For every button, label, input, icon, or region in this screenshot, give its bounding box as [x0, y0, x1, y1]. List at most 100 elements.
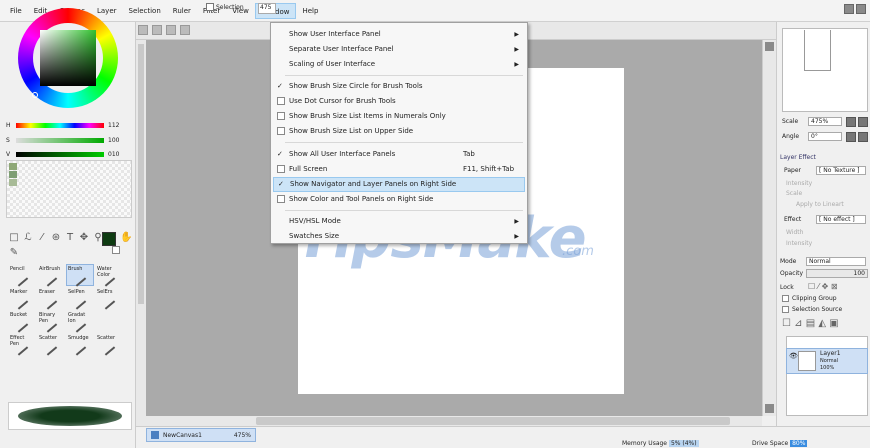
- scroll-down-icon[interactable]: [765, 404, 774, 413]
- zoom-out-icon[interactable]: [846, 117, 856, 127]
- scale-field[interactable]: 475%: [808, 117, 842, 126]
- submenu-arrow-icon: ▶: [514, 61, 519, 68]
- slider-label: H: [6, 121, 11, 129]
- tool-airbrush[interactable]: AirBrush: [37, 264, 65, 287]
- blend-mode-select[interactable]: Normal: [806, 257, 866, 266]
- checkbox-icon: [277, 97, 285, 105]
- hand-icon[interactable]: ✋: [120, 232, 132, 244]
- value-slider[interactable]: [16, 151, 104, 157]
- tool-bucket[interactable]: Bucket: [8, 310, 36, 333]
- swatch[interactable]: [9, 171, 17, 178]
- magic-wand-icon[interactable]: ⁄: [36, 232, 48, 244]
- vertical-scrollbar[interactable]: [762, 40, 776, 416]
- toolbar-button[interactable]: [180, 25, 190, 35]
- menu-separator: [285, 75, 523, 76]
- tool-label: Effect Pen: [10, 335, 25, 347]
- foreground-color[interactable]: [102, 232, 116, 246]
- window-menu-item[interactable]: ✓ Show Navigator and Layer Panels on Righ…: [273, 177, 525, 192]
- angle-field[interactable]: 0°: [808, 132, 842, 141]
- tool-label: Water Color: [97, 266, 112, 278]
- menu-ruler[interactable]: Ruler: [167, 3, 197, 19]
- paper-texture-select[interactable]: [ No Texture ]: [816, 166, 866, 175]
- layer-effect-title[interactable]: Layer Effect: [780, 154, 816, 161]
- effect-select[interactable]: [ No effect ]: [816, 215, 866, 224]
- tool-label: Binary Pen: [39, 312, 56, 324]
- tool-brush[interactable]: Brush: [66, 264, 94, 287]
- menu-file[interactable]: File: [4, 3, 28, 19]
- tool-watercolor[interactable]: Water Color: [95, 264, 123, 287]
- tool-binary-pen[interactable]: Binary Pen: [37, 310, 65, 333]
- tool-label: AirBrush: [39, 266, 61, 272]
- selection-rect-icon[interactable]: □: [8, 232, 20, 244]
- selection-toggle[interactable]: Selection: [206, 3, 244, 11]
- saturation-slider[interactable]: [16, 137, 104, 143]
- drive-space: Drive Space 80%: [752, 440, 808, 447]
- tool-label: Gradat Ion: [68, 312, 86, 324]
- swatch-panel[interactable]: [6, 160, 132, 218]
- scale-label: Scale: [786, 190, 803, 197]
- toolbar-button[interactable]: [138, 25, 148, 35]
- window-menu-item[interactable]: Show Color and Tool Panels on Right Side: [273, 192, 525, 207]
- clipping-group-checkbox[interactable]: [782, 295, 789, 302]
- saturation-value-square[interactable]: [40, 30, 96, 86]
- tool-selers[interactable]: SelErs: [95, 287, 123, 310]
- lasso-icon[interactable]: ℒ: [22, 232, 34, 244]
- text-icon[interactable]: T: [64, 232, 76, 244]
- menu-selection[interactable]: Selection: [123, 3, 167, 19]
- window-menu-item[interactable]: Show Brush Size List Items in Numerals O…: [273, 109, 525, 124]
- window-menu-item[interactable]: Scaling of User Interface ▶: [273, 57, 525, 72]
- apply-to-lineart-label: Apply to Lineart: [796, 201, 844, 208]
- window-menu-item[interactable]: ✓ Show Brush Size Circle for Brush Tools: [273, 79, 525, 94]
- background-color[interactable]: [112, 246, 120, 254]
- opacity-slider[interactable]: 100: [806, 269, 868, 278]
- tool-gradation[interactable]: Gradat Ion: [66, 310, 94, 333]
- window-menu-item[interactable]: Show Brush Size List on Upper Side: [273, 124, 525, 139]
- window-menu-dropdown: Show User Interface Panel ▶ Separate User …: [270, 22, 528, 244]
- hue-slider[interactable]: [16, 122, 104, 128]
- visibility-eye-icon[interactable]: 👁: [789, 352, 798, 360]
- tool-pencil[interactable]: Pencil: [8, 264, 36, 287]
- tool-marker[interactable]: Marker: [8, 287, 36, 310]
- window-menu-item[interactable]: Separate User Interface Panel ▶: [273, 42, 525, 57]
- toolbar-button[interactable]: [152, 25, 162, 35]
- tool-effect-pen[interactable]: Effect Pen: [8, 333, 36, 356]
- canvas-tab[interactable]: NewCanvas1 475%: [146, 428, 256, 442]
- tool-eraser[interactable]: Eraser: [37, 287, 65, 310]
- color-picker-marker[interactable]: [32, 92, 38, 98]
- swatch[interactable]: [9, 163, 17, 170]
- horizontal-scrollbar-thumb[interactable]: [256, 417, 730, 425]
- window-menu-item[interactable]: Swatches Size ▶: [273, 229, 525, 244]
- tool-selpen[interactable]: SelPen: [66, 287, 94, 310]
- menu-item-label: Show Brush Size List on Upper Side: [289, 127, 414, 135]
- layer-action-icons[interactable]: ☐ ⊿ ▤ ◭ ▣: [782, 318, 839, 329]
- tool-label: Smudge: [68, 335, 89, 341]
- menu-help[interactable]: Help: [296, 3, 324, 19]
- angle-label: Angle: [782, 133, 800, 140]
- window-menu-item[interactable]: HSV/HSL Mode ▶: [273, 214, 525, 229]
- selection-source-checkbox[interactable]: [782, 306, 789, 313]
- window-menu-item[interactable]: Show User Interface Panel ▶: [273, 27, 525, 42]
- tool-label: Eraser: [39, 289, 56, 295]
- eyedropper-icon[interactable]: ✎: [8, 247, 20, 259]
- left-scrollbar-thumb[interactable]: [138, 44, 144, 304]
- window-menu-item[interactable]: Use Dot Cursor for Brush Tools: [273, 94, 525, 109]
- bucket-icon[interactable]: ⊛: [50, 232, 62, 244]
- window-menu-item[interactable]: Full Screen F11, Shift+Tab: [273, 162, 525, 177]
- restore-window-icon[interactable]: [844, 4, 854, 14]
- tool-smudge[interactable]: Smudge: [66, 333, 94, 356]
- swatch[interactable]: [9, 179, 17, 186]
- tool-scatter[interactable]: Scatter: [37, 333, 65, 356]
- selection-checkbox[interactable]: [206, 3, 214, 11]
- zoom-in-icon[interactable]: [858, 117, 868, 127]
- rotate-left-icon[interactable]: [846, 132, 856, 142]
- rotate-right-icon[interactable]: [858, 132, 868, 142]
- menu-item-shortcut: F11, Shift+Tab: [463, 165, 515, 173]
- zoom-field[interactable]: 475: [258, 3, 276, 14]
- toolbar-button[interactable]: [166, 25, 176, 35]
- close-window-icon[interactable]: [856, 4, 866, 14]
- scroll-up-icon[interactable]: [765, 42, 774, 51]
- window-menu-item[interactable]: ✓ Show All User Interface Panels Tab: [273, 147, 525, 162]
- tool-scatter-2[interactable]: Scatter: [95, 333, 123, 356]
- lock-icons[interactable]: ☐ ⁄ ✥ ⊠: [808, 282, 838, 291]
- move-icon[interactable]: ✥: [78, 232, 90, 244]
